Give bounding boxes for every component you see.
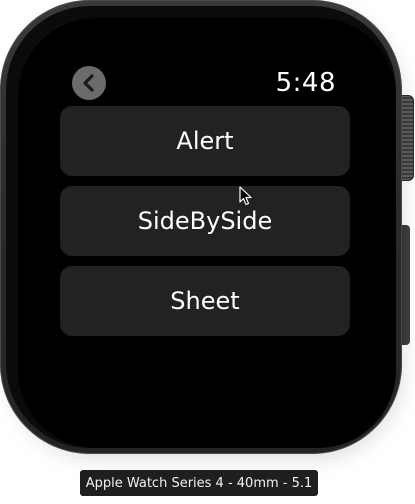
side-by-side-button-label: SideBySide	[137, 207, 273, 235]
watch-screen: 5:48 Alert SideBySide Sheet	[18, 18, 396, 448]
watch-bezel: 5:48 Alert SideBySide Sheet	[6, 6, 396, 448]
sheet-button-label: Sheet	[170, 287, 240, 315]
watch-case: 5:48 Alert SideBySide Sheet	[0, 0, 402, 454]
chevron-left-icon	[83, 74, 94, 92]
mouse-pointer-icon	[239, 186, 253, 210]
alert-button-label: Alert	[176, 127, 234, 155]
back-button[interactable]	[72, 66, 106, 100]
sheet-button[interactable]: Sheet	[60, 266, 350, 336]
simulator-stage: 5:48 Alert SideBySide Sheet Apple Watch …	[0, 0, 415, 504]
status-time: 5:48	[275, 68, 336, 98]
side-by-side-button[interactable]: SideBySide	[60, 186, 350, 256]
alert-button[interactable]: Alert	[60, 106, 350, 176]
device-name-label: Apple Watch Series 4 - 40mm - 5.1	[80, 470, 318, 496]
